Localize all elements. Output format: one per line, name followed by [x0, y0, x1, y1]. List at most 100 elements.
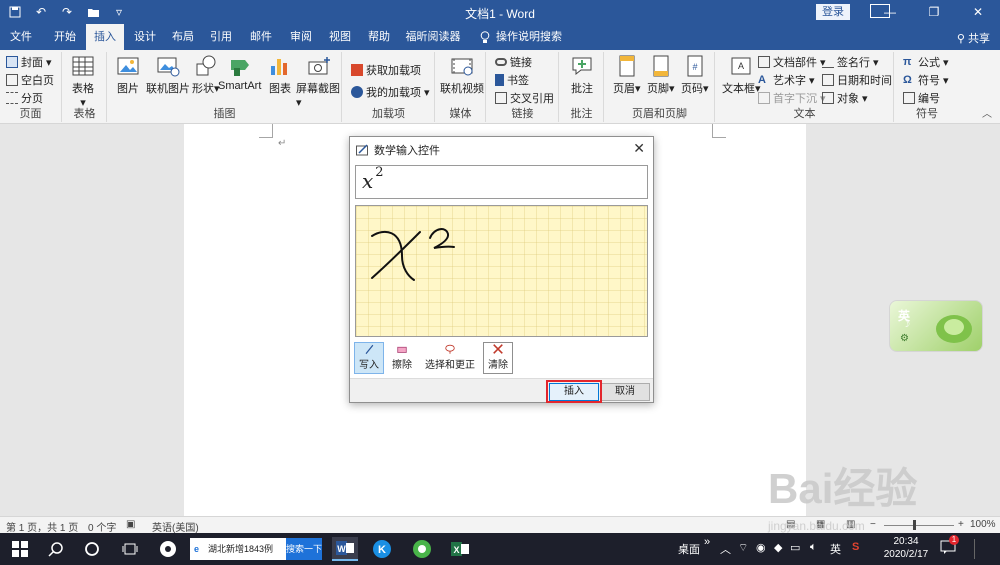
tray-app-icon[interactable]: ◉ [756, 541, 766, 554]
shapes-icon [196, 55, 216, 76]
tray-overflow-icon[interactable]: ︿ [720, 541, 731, 557]
close-icon[interactable]: ✕ [633, 140, 645, 157]
link-button[interactable]: 链接 [495, 54, 532, 70]
taskbar: e 湖北新增1843例 搜索一下 W K X 桌面 » ︿ ⌔ ◉ ◆ ▭ 🔈︎… [0, 533, 1000, 565]
settings-icon[interactable]: ⚙ [900, 333, 909, 344]
table-button[interactable]: 表格 ▾ [71, 54, 95, 109]
tab-home[interactable]: 开始 [46, 24, 84, 50]
baidu-watermark: Bai经验 jingyan.baidu.com [768, 465, 918, 533]
page-break-button[interactable]: 分页 [6, 90, 43, 106]
tab-insert[interactable]: 插入 [86, 24, 124, 50]
cortana-icon[interactable] [80, 537, 104, 561]
wordart-button[interactable]: A 艺术字 ▾ [758, 72, 815, 88]
restore-icon[interactable]: ❐ [912, 0, 956, 24]
tab-foxit-reader[interactable]: 福昕阅读器 [400, 24, 466, 50]
clear-tool-button[interactable]: 清除 [483, 342, 513, 374]
object-icon [822, 92, 834, 104]
equation-button[interactable]: π 公式 ▾ [903, 54, 949, 70]
number-button[interactable]: 编号 [903, 90, 940, 106]
moon-icon: ☽ [902, 319, 911, 329]
browser-app-icon[interactable] [410, 537, 434, 561]
smartart-button[interactable]: SmartArt [218, 54, 261, 92]
page-count[interactable]: 第 1 页，共 1 页 [6, 519, 78, 534]
blank-page-button[interactable]: 空白页 [6, 72, 54, 88]
cancel-button[interactable]: 取消 [600, 383, 650, 401]
get-addins-button[interactable]: 获取加载项 [351, 62, 421, 78]
chart-button[interactable]: 图表 [268, 54, 292, 96]
group-addins: 获取加载项 我的加载项 ▾ 加载项 [343, 52, 435, 122]
wifi-icon[interactable]: ⌔ [738, 541, 748, 555]
drop-cap-button[interactable]: 首字下沉 ▾ [758, 90, 826, 106]
comment-button[interactable]: 批注 [570, 54, 594, 96]
group-label-illustrations: 插图 [213, 108, 236, 120]
taskbar-search-box[interactable]: e 湖北新增1843例 [190, 538, 286, 560]
desktop-toolbar[interactable]: 桌面 [678, 541, 700, 557]
toolbar-expand-icon[interactable]: » [704, 536, 710, 548]
ime-status-widget[interactable]: 英 ⚙ ☽ [889, 300, 983, 352]
tray-shield-icon[interactable]: ◆ [774, 541, 782, 554]
symbol-button[interactable]: Ω 符号 ▾ [903, 72, 949, 88]
tab-help[interactable]: 帮助 [360, 24, 398, 50]
k-app-icon[interactable]: K [370, 537, 394, 561]
sogou-icon[interactable]: S [852, 541, 859, 553]
leaf-icon [936, 315, 972, 343]
online-video-button[interactable]: 联机视频 [440, 54, 484, 96]
window-controls: — ❐ ✕ [868, 0, 1000, 24]
search-icon[interactable] [44, 537, 68, 561]
bookmark-icon [495, 74, 504, 86]
bookmark-button[interactable]: 书签 [495, 72, 529, 88]
header-icon [619, 55, 635, 77]
textbox-button[interactable]: A 文本框▾ [722, 54, 761, 96]
tab-file[interactable]: 文件 [4, 24, 38, 50]
select-correct-tool-button[interactable]: 选择和更正 [420, 342, 480, 374]
collapse-ribbon-icon[interactable]: ︿ [982, 105, 992, 120]
quick-parts-button[interactable]: 文档部件 ▾ [758, 54, 826, 70]
share-button[interactable]: ⚲ 共享 [957, 30, 990, 46]
cover-page-button[interactable]: 封面 ▾ [6, 54, 52, 70]
table-icon [72, 56, 94, 76]
erase-tool-button[interactable]: 擦除 [387, 342, 417, 374]
footer-button[interactable]: 页脚▾ [647, 54, 675, 96]
proofing-icon[interactable]: ▣ [126, 519, 135, 530]
word-count[interactable]: 0 个字 [88, 519, 116, 534]
tab-review[interactable]: 审阅 [282, 24, 320, 50]
word-app-icon[interactable]: W [332, 537, 358, 561]
document-title: 文档1 - Word [465, 7, 535, 21]
task-view-icon[interactable] [118, 537, 142, 561]
excel-app-icon[interactable]: X [448, 537, 472, 561]
write-tool-button[interactable]: 写入 [354, 342, 384, 374]
windows-start-icon[interactable] [8, 537, 32, 561]
volume-icon[interactable]: 🔈︎ [810, 541, 817, 554]
wordart-icon: A [758, 74, 766, 86]
language-status[interactable]: 英语(美国) [152, 519, 199, 534]
battery-icon[interactable]: ▭ [790, 541, 800, 554]
tell-me-search[interactable]: 操作说明搜索 [496, 24, 562, 50]
tab-design[interactable]: 设计 [126, 24, 164, 50]
cross-reference-button[interactable]: 交叉引用 [495, 90, 554, 106]
lightbulb-icon[interactable] [476, 24, 494, 50]
signature-line-button[interactable]: 签名行 ▾ [822, 54, 879, 70]
header-button[interactable]: 页眉▾ [613, 54, 641, 96]
pinwheel-app-icon[interactable] [156, 537, 180, 561]
shapes-button[interactable]: 形状▾ [192, 54, 220, 96]
tab-references[interactable]: 引用 [202, 24, 240, 50]
login-button[interactable]: 登录 [816, 4, 850, 20]
handwriting-pad[interactable] [355, 205, 648, 337]
taskbar-search-button[interactable]: 搜索一下 [286, 538, 322, 560]
page-number-button[interactable]: # 页码▾ [681, 54, 709, 96]
tab-view[interactable]: 视图 [321, 24, 359, 50]
minimize-icon[interactable]: — [868, 0, 912, 24]
show-desktop-button[interactable] [974, 539, 975, 559]
notification-icon[interactable]: 1 [940, 535, 959, 557]
screenshot-button[interactable]: 屏幕截图▾ [296, 54, 341, 109]
date-time-button[interactable]: 日期和时间 [822, 72, 892, 88]
my-addins-button[interactable]: 我的加载项 ▾ [351, 84, 430, 100]
object-button[interactable]: 对象 ▾ [822, 90, 868, 106]
close-icon[interactable]: ✕ [956, 0, 1000, 24]
ime-indicator[interactable]: 英 [830, 541, 841, 557]
picture-button[interactable]: 图片 [116, 54, 140, 96]
clock[interactable]: 20:34 2020/2/17 [880, 535, 932, 561]
tab-mailings[interactable]: 邮件 [242, 24, 280, 50]
online-picture-button[interactable]: 联机图片 [146, 54, 190, 96]
tab-layout[interactable]: 布局 [164, 24, 202, 50]
